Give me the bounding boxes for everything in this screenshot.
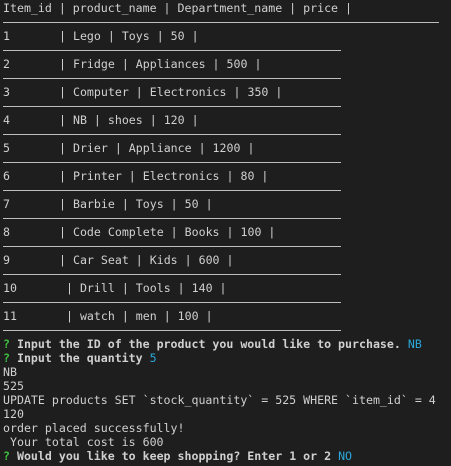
table-row: 2 | Fridge | Appliances | 500 | — [3, 57, 448, 71]
answer: 5 — [149, 351, 157, 365]
table-row: 7 | Barbie | Toys | 50 | — [3, 197, 448, 211]
prompt-keep-shopping: ? Would you like to keep shopping? Enter… — [3, 449, 448, 463]
question-mark: ? — [3, 351, 10, 365]
divider — [3, 155, 448, 169]
answer: NB — [407, 337, 422, 351]
divider — [3, 267, 448, 281]
prompt-quantity: ? Input the quantity 5 — [3, 351, 448, 365]
row-values: | Car Seat | Kids | 600 | — [59, 253, 234, 267]
item-id: 10 — [3, 281, 17, 295]
divider — [3, 323, 448, 337]
divider — [3, 211, 448, 225]
item-id: 4 — [3, 113, 10, 127]
item-id: 8 — [3, 225, 10, 239]
divider — [3, 183, 448, 197]
prompt-text: Would you like to keep shopping? Enter 1… — [16, 449, 332, 463]
item-id: 1 — [3, 29, 10, 43]
row-values: | Drill | Tools | 140 | — [59, 281, 227, 295]
item-id: 11 — [3, 309, 17, 323]
row-values: | watch | men | 100 | — [59, 309, 213, 323]
table-row: 11 | watch | men | 100 | — [3, 309, 448, 323]
table-row: 10 | Drill | Tools | 140 | — [3, 281, 448, 295]
table-row: 1 | Lego | Toys | 50 | — [3, 29, 448, 43]
item-id: 9 — [3, 253, 10, 267]
item-id: 7 — [3, 197, 10, 211]
item-id: 2 — [3, 57, 10, 71]
divider — [3, 43, 448, 57]
row-values: | Fridge | Appliances | 500 | — [59, 57, 262, 71]
output-line: UPDATE products SET `stock_quantity` = 5… — [3, 393, 436, 407]
table-row: 9 | Car Seat | Kids | 600 | — [3, 253, 448, 267]
table-header: Item_id | product_name | Department_name… — [3, 1, 353, 15]
table-row: 5 | Drier | Appliance | 1200 | — [3, 141, 448, 155]
row-values: | Lego | Toys | 50 | — [59, 29, 199, 43]
output-line: 525 — [3, 379, 24, 393]
prompt-text: Input the ID of the product you would li… — [16, 337, 401, 351]
question-mark: ? — [3, 337, 10, 351]
output-line: 120 — [3, 407, 24, 421]
question-mark: ? — [3, 449, 10, 463]
divider — [3, 295, 448, 309]
table-row: 6 | Printer | Electronics | 80 | — [3, 169, 448, 183]
output-line: NB — [3, 365, 17, 379]
row-values: | Printer | Electronics | 80 | — [59, 169, 269, 183]
divider — [3, 239, 448, 253]
table-row: 3 | Computer | Electronics | 350 | — [3, 85, 448, 99]
divider — [3, 71, 448, 85]
row-values: | Computer | Electronics | 350 | — [59, 85, 283, 99]
prompt-text: Input the quantity — [16, 351, 143, 365]
output-line: Your total cost is 600 — [3, 435, 164, 449]
divider — [3, 99, 448, 113]
table-row: 4 | NB | shoes | 120 | — [3, 113, 448, 127]
row-values: | NB | shoes | 120 | — [59, 113, 199, 127]
item-id: 3 — [3, 85, 10, 99]
terminal: Item_id | product_name | Department_name… — [0, 0, 451, 464]
table-row: 8 | Code Complete | Books | 100 | — [3, 225, 448, 239]
prompt-id: ? Input the ID of the product you would … — [3, 337, 448, 351]
row-values: | Drier | Appliance | 1200 | — [59, 141, 255, 155]
item-id: 5 — [3, 141, 10, 155]
answer: NO — [338, 449, 353, 463]
divider — [3, 15, 448, 29]
item-id: 6 — [3, 169, 10, 183]
row-values: | Barbie | Toys | 50 | — [59, 197, 213, 211]
output-line: order placed successfully! — [3, 421, 185, 435]
row-values: | Code Complete | Books | 100 | — [59, 225, 276, 239]
divider — [3, 127, 448, 141]
